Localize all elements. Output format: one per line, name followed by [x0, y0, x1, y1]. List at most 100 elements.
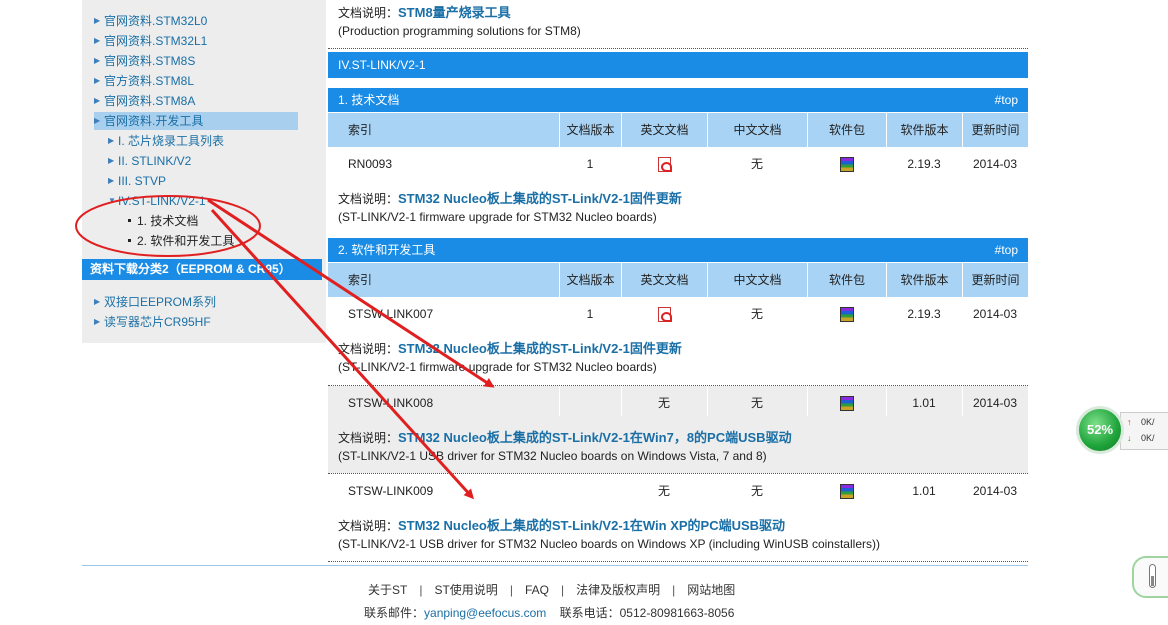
sidebar-item-stm8l[interactable]: ▶ 官方资料.STM8L: [94, 72, 194, 90]
col-update-time: 更新时间: [962, 263, 1028, 297]
sidebar-category-2-header[interactable]: 资料下载分类2（EEPROM & CR95）: [82, 259, 322, 280]
sidebar-item-software-tools[interactable]: 2. 软件和开发工具: [128, 232, 234, 250]
col-sw-version: 软件版本: [886, 263, 962, 297]
subsection-title: 2. 软件和开发工具: [338, 243, 436, 257]
col-update-time: 更新时间: [962, 113, 1028, 147]
footer-links: 关于ST | ST使用说明 | FAQ | 法律及版权声明 | 网站地图: [368, 583, 736, 597]
row-date: 2014-03: [972, 157, 1018, 171]
top-link[interactable]: #top: [995, 238, 1018, 262]
row-sw-version: 2.19.3: [907, 307, 941, 321]
temperature-widget[interactable]: [1132, 556, 1168, 598]
sidebar-item-burn-tools[interactable]: ▶ I. 芯片烧录工具列表: [108, 132, 224, 150]
doc-description-link[interactable]: STM32 Nucleo板上集成的ST-Link/V2-1固件更新: [398, 191, 682, 206]
row-date: 2014-03: [972, 307, 1018, 321]
footer-divider: [82, 565, 1028, 566]
chevron-right-icon: ▶: [108, 176, 115, 185]
sidebar-item-stlink-v2[interactable]: ▶ II. STLINK/V2: [108, 152, 191, 170]
col-doc-version: 文档版本: [559, 113, 621, 147]
sidebar-item-stm32l1[interactable]: ▶ 官网资料.STM32L1: [94, 32, 207, 50]
row-index: RN0093: [348, 157, 393, 171]
upload-rate: 0K/: [1141, 417, 1155, 427]
doc-description-en: (Production programming solutions for ST…: [338, 24, 581, 38]
network-speed-panel: ↑ 0K/ ↓ 0K/: [1120, 412, 1168, 450]
download-arrow-icon: ↓: [1127, 433, 1132, 443]
row-index: STSW-LINK008: [348, 396, 434, 410]
col-en-doc: 英文文档: [621, 113, 707, 147]
chevron-right-icon: ▶: [94, 76, 101, 85]
sidebar-item-stm32l0[interactable]: ▶ 官网资料.STM32L0: [94, 12, 207, 30]
col-index: 索引: [348, 273, 373, 287]
speed-ball-widget[interactable]: 52%: [1076, 406, 1124, 454]
sidebar-item-tech-docs[interactable]: 1. 技术文档: [128, 212, 198, 230]
chevron-right-icon: ▶: [94, 96, 101, 105]
archive-icon[interactable]: [839, 396, 854, 412]
upload-arrow-icon: ↑: [1127, 417, 1132, 427]
sidebar-item-dev-tools[interactable]: ▶ 官网资料.开发工具: [94, 112, 298, 130]
sidebar-item-stvp[interactable]: ▶ III. STVP: [108, 172, 166, 190]
footer-phone: 0512-80981663-8056: [619, 606, 735, 620]
footer-link-faq[interactable]: FAQ: [525, 583, 549, 597]
row-cn-doc: 无: [750, 157, 763, 171]
chevron-right-icon: ▶: [94, 317, 101, 326]
footer-link-usage[interactable]: ST使用说明: [434, 583, 497, 597]
doc-description-link[interactable]: STM32 Nucleo板上集成的ST-Link/V2-1在Win7，8的PC端…: [398, 430, 792, 445]
row-sw-version: 1.01: [912, 396, 936, 410]
table-header: 索引 文档版本 英文文档 中文文档 软件包 软件版本 更新时间: [328, 113, 1028, 147]
doc-description: 文档说明：STM32 Nucleo板上集成的ST-Link/V2-1固件更新: [338, 341, 682, 356]
col-package: 软件包: [807, 263, 886, 297]
doc-description: 文档说明：STM8量产烧录工具: [338, 5, 511, 20]
row-package: [807, 152, 886, 176]
col-cn-doc: 中文文档: [707, 263, 807, 297]
doc-description-en: (ST-LINK/V2-1 firmware upgrade for STM32…: [338, 360, 657, 374]
archive-icon[interactable]: [839, 307, 854, 323]
pdf-icon[interactable]: [657, 307, 672, 323]
footer-link-about[interactable]: 关于ST: [368, 583, 407, 597]
row-package: [807, 391, 886, 415]
doc-description: 文档说明：STM32 Nucleo板上集成的ST-Link/V2-1在Win7，…: [338, 430, 792, 445]
subsection-software-tools: 2. 软件和开发工具 #top: [328, 238, 1028, 262]
sidebar-item-stm8s[interactable]: ▶ 官网资料.STM8S: [94, 52, 195, 70]
archive-icon[interactable]: [839, 157, 854, 173]
footer-email-link[interactable]: yanping@eefocus.com: [424, 606, 546, 620]
sidebar-item-cr95hf[interactable]: ▶ 读写器芯片CR95HF: [94, 313, 211, 331]
pdf-icon[interactable]: [657, 157, 672, 173]
footer-link-sitemap[interactable]: 网站地图: [687, 583, 735, 597]
archive-icon[interactable]: [839, 484, 854, 500]
sidebar-item-dual-eeprom[interactable]: ▶ 双接口EEPROM系列: [94, 293, 216, 311]
sidebar-item-stm8a[interactable]: ▶ 官网资料.STM8A: [94, 92, 195, 110]
row-sw-version: 2.19.3: [907, 157, 941, 171]
row-doc-version: 1: [586, 307, 594, 321]
section-title: IV.ST-LINK/V2-1: [328, 52, 1028, 78]
row-divider: [328, 48, 1028, 49]
chevron-right-icon: ▶: [94, 297, 101, 306]
row-cn-doc: 无: [750, 307, 763, 321]
row-en-doc: 无: [657, 396, 670, 410]
doc-description-en: (ST-LINK/V2-1 firmware upgrade for STM32…: [338, 210, 657, 224]
sidebar-item-stlink-v2-1[interactable]: ▼ IV.ST-LINK/V2-1: [108, 192, 206, 210]
chevron-right-icon: ▶: [94, 56, 101, 65]
row-index: STSW-LINK007: [348, 307, 434, 321]
doc-description-link[interactable]: STM32 Nucleo板上集成的ST-Link/V2-1固件更新: [398, 341, 682, 356]
top-link[interactable]: #top: [995, 88, 1018, 112]
thermometer-icon: [1149, 564, 1156, 588]
doc-description: 文档说明：STM32 Nucleo板上集成的ST-Link/V2-1固件更新: [338, 191, 682, 206]
row-doc-version: [559, 391, 621, 415]
col-package: 软件包: [807, 113, 886, 147]
row-doc-version: 1: [586, 157, 594, 171]
doc-description-link[interactable]: STM8量产烧录工具: [398, 5, 511, 20]
chevron-right-icon: ▶: [94, 16, 101, 25]
chevron-right-icon: ▶: [108, 136, 115, 145]
row-divider: [328, 561, 1028, 562]
row-date: 2014-03: [972, 396, 1018, 410]
col-sw-version: 软件版本: [886, 113, 962, 147]
footer-link-legal[interactable]: 法律及版权声明: [576, 583, 660, 597]
col-doc-version: 文档版本: [559, 263, 621, 297]
chevron-right-icon: ▶: [94, 116, 101, 125]
doc-description-link[interactable]: STM32 Nucleo板上集成的ST-Link/V2-1在Win XP的PC端…: [398, 518, 785, 533]
col-cn-doc: 中文文档: [707, 113, 807, 147]
row-index: STSW-LINK009: [348, 484, 434, 498]
table-row: RN0093 1 无 2.19.3 2014-03 文档说明：STM32 Nuc…: [328, 147, 1028, 233]
subsection-tech-docs: 1. 技术文档 #top: [328, 88, 1028, 112]
doc-description: 文档说明：STM32 Nucleo板上集成的ST-Link/V2-1在Win X…: [338, 518, 786, 533]
row-date: 2014-03: [972, 484, 1018, 498]
